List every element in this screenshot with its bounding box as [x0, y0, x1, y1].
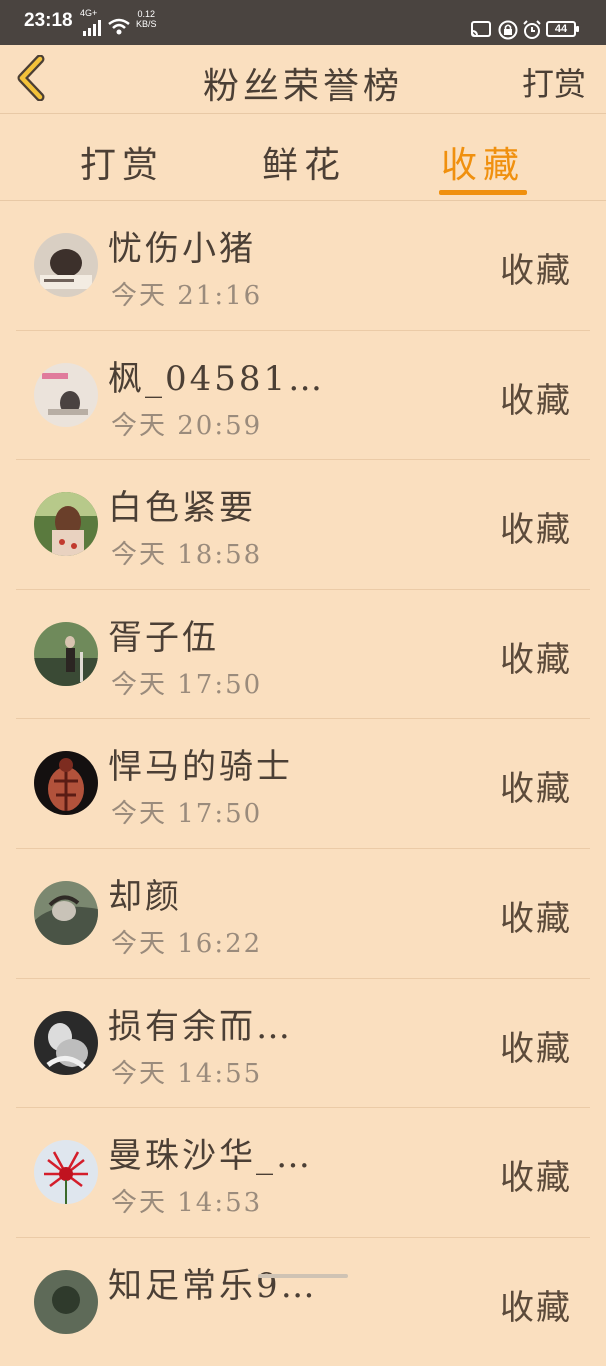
fan-name: 枫_04581…: [108, 358, 326, 399]
fan-time: 今天 17:50: [111, 799, 263, 830]
avatar: [34, 362, 98, 427]
fan-list: 忧伤小猪 今天 21:16 收藏 枫_04581… 今天 20:59 收藏 白色…: [0, 201, 606, 1366]
favorite-label: 收藏: [500, 380, 572, 421]
avatar: [34, 1140, 98, 1205]
favorite-label: 收藏: [500, 1028, 572, 1069]
tab-flowers[interactable]: 鲜花: [262, 136, 346, 188]
avatar: [34, 1010, 98, 1075]
fan-time: 今天 16:22: [111, 928, 263, 959]
fan-name: 忧伤小猪: [108, 229, 256, 269]
tab-active-indicator: [439, 190, 527, 195]
list-item[interactable]: 枫_04581… 今天 20:59 收藏: [16, 331, 590, 461]
page-title: 粉丝荣誉榜: [202, 66, 403, 107]
list-item[interactable]: 知足常乐9… 收藏: [16, 1238, 590, 1366]
favorite-label: 收藏: [500, 510, 572, 551]
favorite-label: 收藏: [500, 769, 572, 810]
list-item[interactable]: 白色紧要 今天 18:58 收藏: [16, 460, 590, 590]
tab-reward[interactable]: 打赏: [80, 136, 164, 188]
speed-unit: KB/S: [136, 19, 157, 29]
header: 粉丝荣誉榜 打赏: [0, 45, 606, 114]
fan-time: 今天 14:53: [111, 1188, 263, 1219]
fan-name: 损有余而…: [108, 1006, 293, 1047]
fan-name: 白色紧要: [108, 488, 256, 529]
network-speed: 0.12 KB/S: [136, 9, 157, 29]
list-item[interactable]: 胥子伍 今天 17:50 收藏: [16, 590, 590, 720]
fan-time: 今天 14:55: [111, 1058, 263, 1089]
signal-icon: [83, 20, 101, 36]
favorite-label: 收藏: [500, 1158, 572, 1199]
fan-name: 曼珠沙华_…: [108, 1136, 313, 1177]
avatar: [34, 1269, 98, 1334]
wifi-icon: [108, 18, 130, 35]
tab-favorites[interactable]: 收藏: [441, 136, 525, 188]
alarm-icon: [523, 20, 541, 39]
favorite-label: 收藏: [500, 1287, 572, 1328]
list-item[interactable]: 却颜 今天 16:22 收藏: [16, 849, 590, 979]
fan-name: 胥子伍: [108, 617, 219, 658]
fan-name: 却颜: [108, 876, 182, 917]
fan-name: 悍马的骑士: [108, 747, 293, 788]
battery-icon: 44: [546, 21, 579, 37]
favorite-label: 收藏: [500, 639, 572, 680]
fan-time: 今天 17:50: [111, 669, 263, 700]
list-item[interactable]: 悍马的骑士 今天 17:50 收藏: [16, 719, 590, 849]
scroll-indicator: [258, 1274, 348, 1278]
reward-button[interactable]: 打赏: [522, 59, 586, 105]
tab-bar: 打赏 鲜花 收藏: [0, 114, 606, 201]
avatar: [34, 751, 98, 816]
list-item[interactable]: 忧伤小猪 今天 21:16 收藏: [16, 201, 590, 331]
fan-time: 今天 21:16: [111, 281, 263, 311]
fan-time: 今天 20:59: [111, 410, 263, 441]
avatar: [34, 233, 98, 297]
fan-time: 今天 18:58: [111, 540, 263, 571]
list-item[interactable]: 曼珠沙华_… 今天 14:53 收藏: [16, 1108, 590, 1238]
avatar: [34, 492, 98, 557]
lock-icon: [498, 20, 518, 40]
status-bar: 23:18 4G+ 0.12 KB/S 44: [0, 0, 606, 45]
favorite-label: 收藏: [500, 251, 572, 291]
avatar: [34, 880, 98, 945]
avatar: [34, 621, 98, 686]
cast-icon: [471, 21, 491, 37]
favorite-label: 收藏: [500, 898, 572, 939]
list-item[interactable]: 损有余而… 今天 14:55 收藏: [16, 979, 590, 1109]
fan-name: 知足常乐9…: [108, 1265, 318, 1306]
network-type: 4G+: [80, 8, 98, 18]
status-time: 23:18: [24, 10, 73, 31]
speed-value: 0.12: [137, 9, 156, 19]
